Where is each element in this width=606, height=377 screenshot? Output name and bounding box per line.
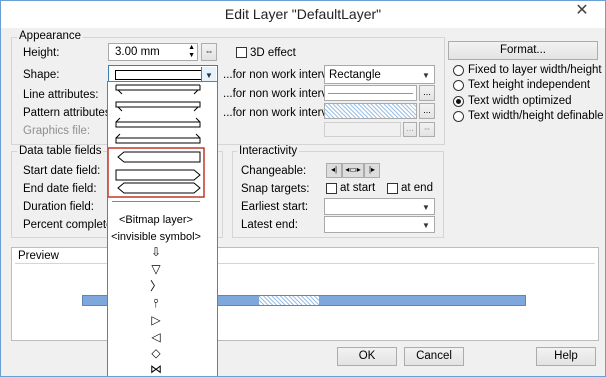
shape-option-arrow-left [117,151,201,163]
chevron-right-symbol-icon[interactable]: 〉 [108,279,204,293]
move-bar-icon[interactable]: ◂▭▸ [342,163,364,178]
non-work-line-button[interactable]: ... [419,85,435,101]
shape-option-arrow-right [115,169,201,181]
at-end-label: at end [401,182,433,194]
fixed-layer-label: Fixed to layer width/height [468,64,602,76]
fixed-layer-radio[interactable] [453,65,464,76]
3d-effect-label: 3D effect [250,47,296,59]
non-work-pattern-button[interactable]: ... [419,103,435,119]
graphics-file-label: Graphics file: [23,125,91,137]
graphics-file-input [324,122,401,137]
non-work-shape-value: Rectangle [329,69,381,81]
preview-divider [15,263,595,264]
shape-label: Shape: [23,69,60,81]
text-width-optimized-label: Text width optimized [468,95,572,107]
changeable-label: Changeable: [241,165,307,177]
shape-selected-preview [115,70,203,80]
shape-option-bracket-up-2 [115,133,201,144]
text-width-height-definable-label: Text width/height definable [468,110,604,122]
dialog-title: Edit Layer "DefaultLayer" [224,6,382,22]
cancel-button[interactable]: Cancel [404,347,464,366]
shape-option-bracket-up [115,117,201,128]
pattern-attributes-label: Pattern attributes: [23,107,114,119]
height-link-icon[interactable]: ⇔ [201,43,217,61]
down-arrow-symbol-icon[interactable]: ⇩ [108,245,204,259]
edit-layer-dialog: Edit Layer "DefaultLayer" ✕ Appearance H… [0,0,606,377]
snap-targets-label: Snap targets: [241,183,310,195]
close-icon[interactable]: ✕ [567,1,597,21]
graphics-file-browse-button: ... [403,122,417,137]
interactivity-group-label: Interactivity [237,145,300,157]
invisible-symbol-option[interactable]: <invisible symbol> [108,231,204,243]
shape-option-hexagon [117,182,201,194]
height-label: Height: [23,47,60,59]
shape-options-svg [108,84,205,202]
non-work-shape-dropdown[interactable]: Rectangle ▼ [324,65,435,84]
preview-panel [11,247,599,341]
help-button[interactable]: Help [536,347,596,366]
shape-option-bracket-down-2 [115,101,201,112]
title-bar: Edit Layer "DefaultLayer" ✕ [1,1,605,28]
height-input[interactable]: 3.00 mm ▲ ▼ [108,43,198,61]
appearance-group-label: Appearance [17,30,84,42]
bitmap-layer-option[interactable]: <Bitmap layer> [108,214,204,226]
chevron-down-icon[interactable]: ▼ [419,200,433,213]
data-table-group-label: Data table fields [17,145,104,157]
text-height-independent-radio[interactable] [453,80,464,91]
diamond-symbol-icon[interactable]: ◇ [108,346,204,360]
bowtie-symbol-icon[interactable]: ⋈ [108,362,204,376]
chevron-down-icon[interactable]: ▼ [419,218,433,231]
end-date-label: End date field: [23,183,97,195]
text-height-independent-label: Text height independent [468,79,591,91]
chevron-down-icon[interactable]: ▼ [201,67,216,82]
at-end-checkbox[interactable] [387,183,398,194]
latest-end-label: Latest end: [241,219,298,231]
at-start-label: at start [340,182,376,194]
left-triangle-symbol-icon[interactable]: ◁ [108,330,204,344]
preview-non-work-segment [259,296,319,305]
line-sample [328,93,413,94]
non-work-pattern-label: ...for non work interval: [223,107,340,119]
earliest-start-label: Earliest start: [241,201,309,213]
chevron-down-icon[interactable]: ▼ [419,67,433,82]
shape-dropdown-list[interactable]: <Bitmap layer> <invisible symbol> ⇩ ▽ 〉 … [107,81,218,376]
latest-end-dropdown[interactable]: ▼ [324,216,435,233]
down-triangle-symbol-icon[interactable]: ▽ [108,262,204,276]
move-start-icon[interactable]: ◂| [326,163,342,178]
non-work-line-preview[interactable] [324,85,417,101]
height-spinner-icon[interactable]: ▲ ▼ [188,44,195,60]
at-start-checkbox[interactable] [326,183,337,194]
preview-label: Preview [18,250,59,262]
start-date-label: Start date field: [23,165,101,177]
shape-option-bracket-down [115,84,201,95]
3d-effect-checkbox[interactable] [236,47,247,58]
duration-label: Duration field: [23,201,94,213]
non-work-shape-label: ...for non work interval: [223,69,340,81]
format-button[interactable]: Format... [448,41,598,60]
text-width-optimized-radio[interactable] [453,96,464,107]
earliest-start-dropdown[interactable]: ▼ [324,198,435,215]
selection-highlight [108,147,205,198]
height-value: 3.00 mm [115,46,160,58]
pin-symbol-icon[interactable]: ⫯ [108,296,204,310]
ok-button[interactable]: OK [337,347,397,366]
line-attributes-label: Line attributes: [23,89,99,101]
non-work-pattern-preview[interactable] [324,103,417,119]
move-end-icon[interactable]: |▸ [364,163,380,178]
percent-complete-label: Percent complete: [23,219,116,231]
text-width-height-definable-radio[interactable] [453,111,464,122]
non-work-line-label: ...for non work interval: [223,88,340,100]
graphics-file-icon: ⇔ [419,122,435,137]
right-triangle-symbol-icon[interactable]: ▷ [108,313,204,327]
